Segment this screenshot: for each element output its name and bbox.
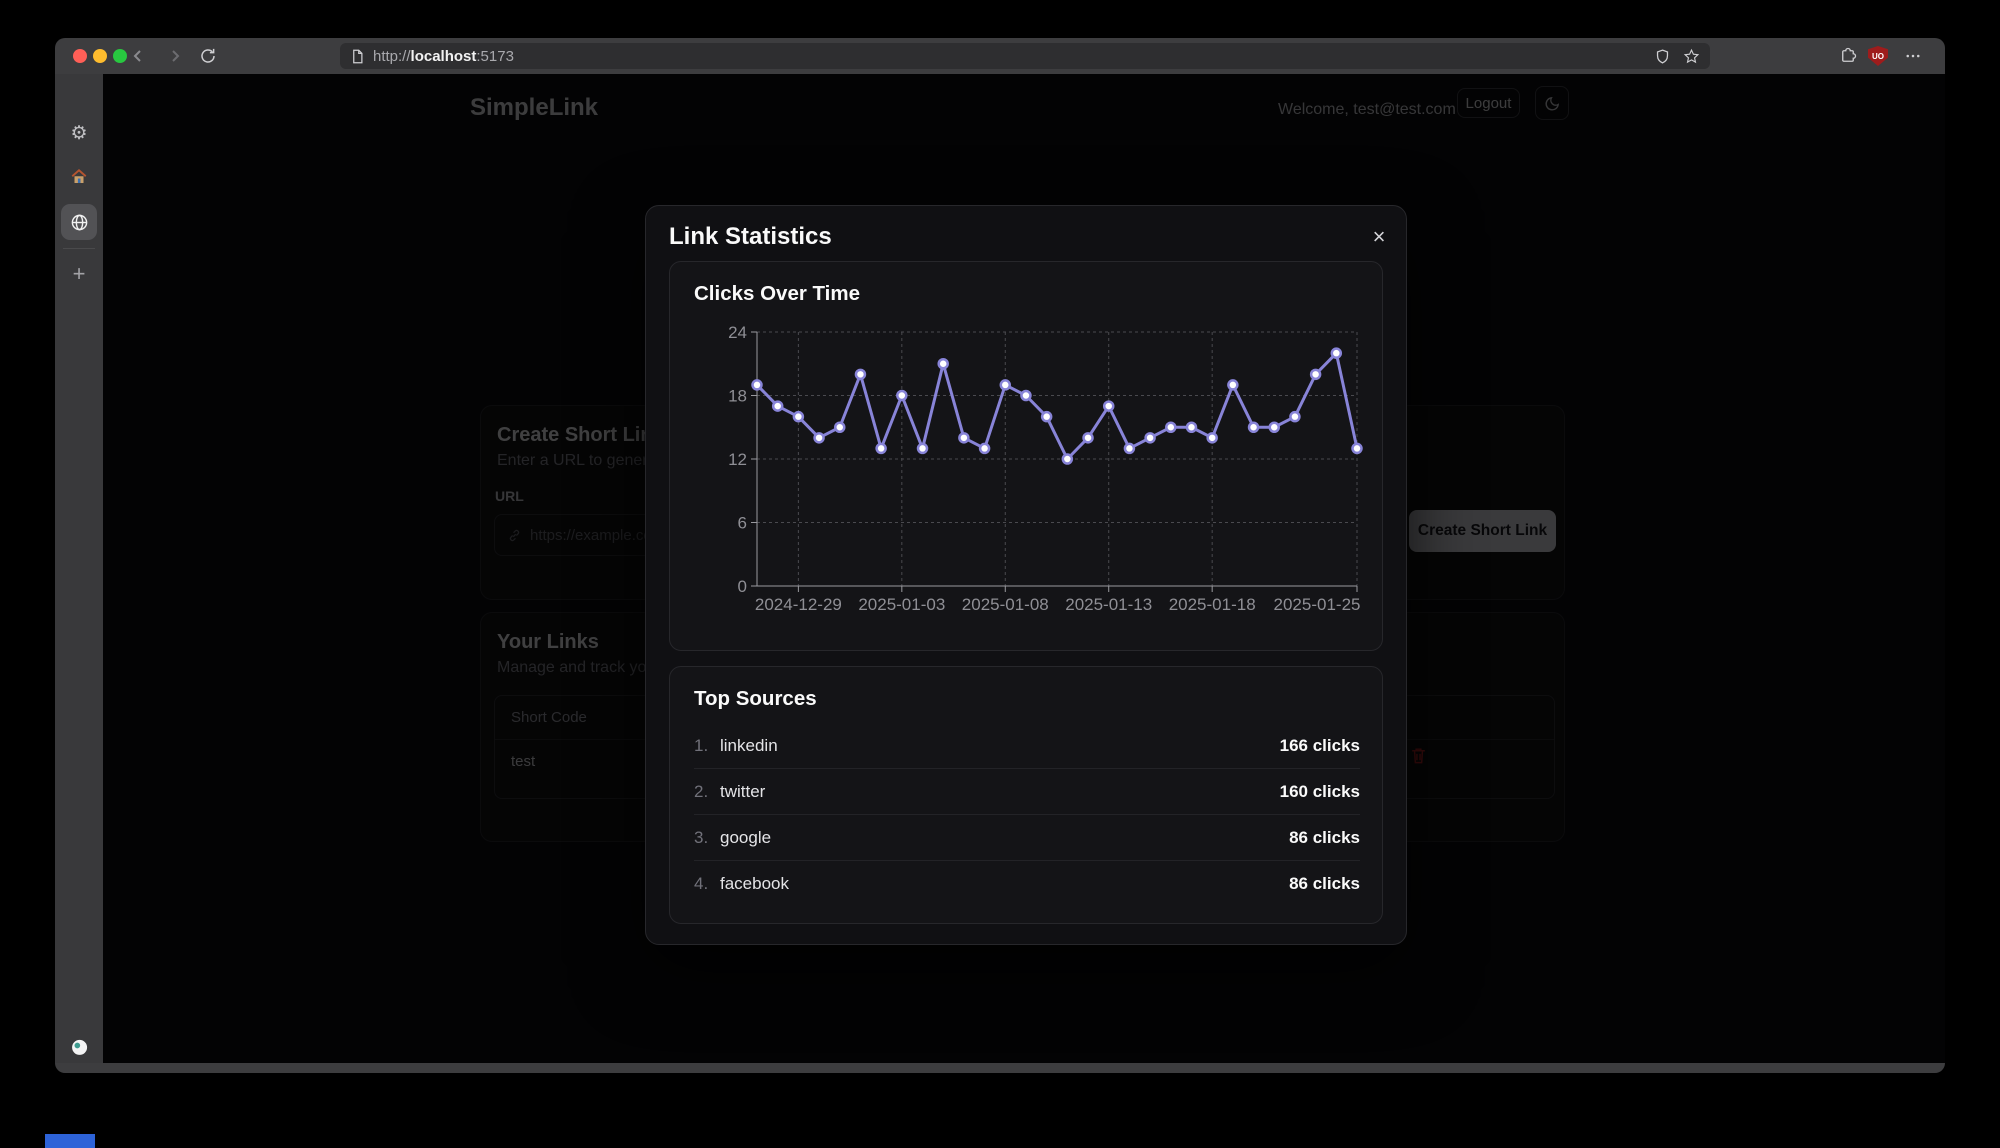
home-tab[interactable] <box>61 159 97 195</box>
globe-icon <box>70 213 89 232</box>
close-window-button[interactable] <box>73 49 87 63</box>
bookmark-star-icon[interactable] <box>1683 48 1700 65</box>
source-name: google <box>720 828 1289 848</box>
reload-icon <box>199 47 217 65</box>
svg-text:2025-01-08: 2025-01-08 <box>962 595 1049 614</box>
svg-text:2025-01-18: 2025-01-18 <box>1169 595 1256 614</box>
page-icon <box>350 49 365 64</box>
tracking-shield-icon[interactable] <box>1654 48 1671 65</box>
ellipsis-icon <box>1904 47 1922 65</box>
chart-title: Clicks Over Time <box>694 282 860 306</box>
modal-title: Link Statistics <box>669 223 832 251</box>
svg-text:2025-01-25: 2025-01-25 <box>1274 595 1361 614</box>
source-name: linkedin <box>720 736 1280 756</box>
reload-button[interactable] <box>195 43 221 69</box>
close-icon: × <box>1373 224 1386 250</box>
extensions-button[interactable] <box>1835 43 1861 69</box>
source-name: facebook <box>720 874 1289 894</box>
source-clicks: 86 clicks <box>1289 828 1360 848</box>
clicks-chart: 0 6 12 18 24 2024-12-29 2025-01-03 2025-01-08 20… <box>692 317 1372 617</box>
source-row: 3. google 86 clicks <box>694 815 1360 861</box>
dock-item-blue[interactable] <box>45 1134 95 1148</box>
back-button[interactable] <box>125 43 151 69</box>
close-modal-button[interactable]: × <box>1364 222 1394 252</box>
screen: http://localhost:5173 UO <box>0 0 2000 1148</box>
minimize-window-button[interactable] <box>93 49 107 63</box>
svg-text:2025-01-03: 2025-01-03 <box>858 595 945 614</box>
chevron-left-icon <box>130 48 146 64</box>
forward-button[interactable] <box>162 43 188 69</box>
svg-text:2025-01-13: 2025-01-13 <box>1065 595 1152 614</box>
active-tab-simplelink[interactable] <box>61 204 97 240</box>
source-clicks: 86 clicks <box>1289 874 1360 894</box>
source-rank: 2. <box>694 782 720 802</box>
url-text: http://localhost:5173 <box>373 48 514 65</box>
link-statistics-modal: Link Statistics × Clicks Over Time 0 6 12 1… <box>645 205 1407 945</box>
svg-text:6: 6 <box>738 514 747 533</box>
more-menu-button[interactable] <box>1900 43 1926 69</box>
source-row: 1. linkedin 166 clicks <box>694 723 1360 769</box>
browser-titlebar: http://localhost:5173 UO <box>55 38 1945 74</box>
source-name: twitter <box>720 782 1280 802</box>
sidebar-divider <box>63 248 95 249</box>
chevron-right-icon <box>167 48 183 64</box>
source-row: 4. facebook 86 clicks <box>694 861 1360 906</box>
source-clicks: 160 clicks <box>1280 782 1360 802</box>
window-bottom-edge <box>55 1063 1945 1073</box>
svg-text:0: 0 <box>738 577 747 596</box>
new-tab-button[interactable]: + <box>61 256 97 292</box>
settings-tab[interactable]: ⚙ <box>61 115 97 151</box>
page-viewport: SimpleLink Welcome, test@test.com Logout… <box>103 74 1945 1063</box>
home-icon <box>70 168 88 186</box>
gear-icon: ⚙ <box>70 122 87 145</box>
source-rank: 3. <box>694 828 720 848</box>
address-bar[interactable]: http://localhost:5173 <box>340 43 1710 69</box>
svg-text:24: 24 <box>728 323 747 342</box>
puzzle-icon <box>1839 47 1857 65</box>
svg-text:12: 12 <box>728 450 747 469</box>
sources-title: Top Sources <box>694 687 817 711</box>
top-sources-card: Top Sources 1. linkedin 166 clicks 2. tw… <box>669 666 1383 924</box>
ublock-badge-icon[interactable]: UO <box>1868 46 1888 66</box>
plus-icon: + <box>73 261 86 287</box>
clicks-over-time-card: Clicks Over Time 0 6 12 18 24 2024-12-29 2025-… <box>669 261 1383 651</box>
source-rank: 1. <box>694 736 720 756</box>
svg-text:2024-12-29: 2024-12-29 <box>755 595 842 614</box>
drop-pin-icon <box>69 1038 89 1058</box>
source-row: 2. twitter 160 clicks <box>694 769 1360 815</box>
source-rank: 4. <box>694 874 720 894</box>
browser-sidebar: ⚙ + <box>55 74 103 1063</box>
svg-text:18: 18 <box>728 387 747 406</box>
browser-window: http://localhost:5173 UO <box>55 38 1945 1073</box>
profile-space-button[interactable] <box>61 1030 97 1066</box>
source-clicks: 166 clicks <box>1280 736 1360 756</box>
sources-list: 1. linkedin 166 clicks 2. twitter 160 cl… <box>694 723 1360 906</box>
